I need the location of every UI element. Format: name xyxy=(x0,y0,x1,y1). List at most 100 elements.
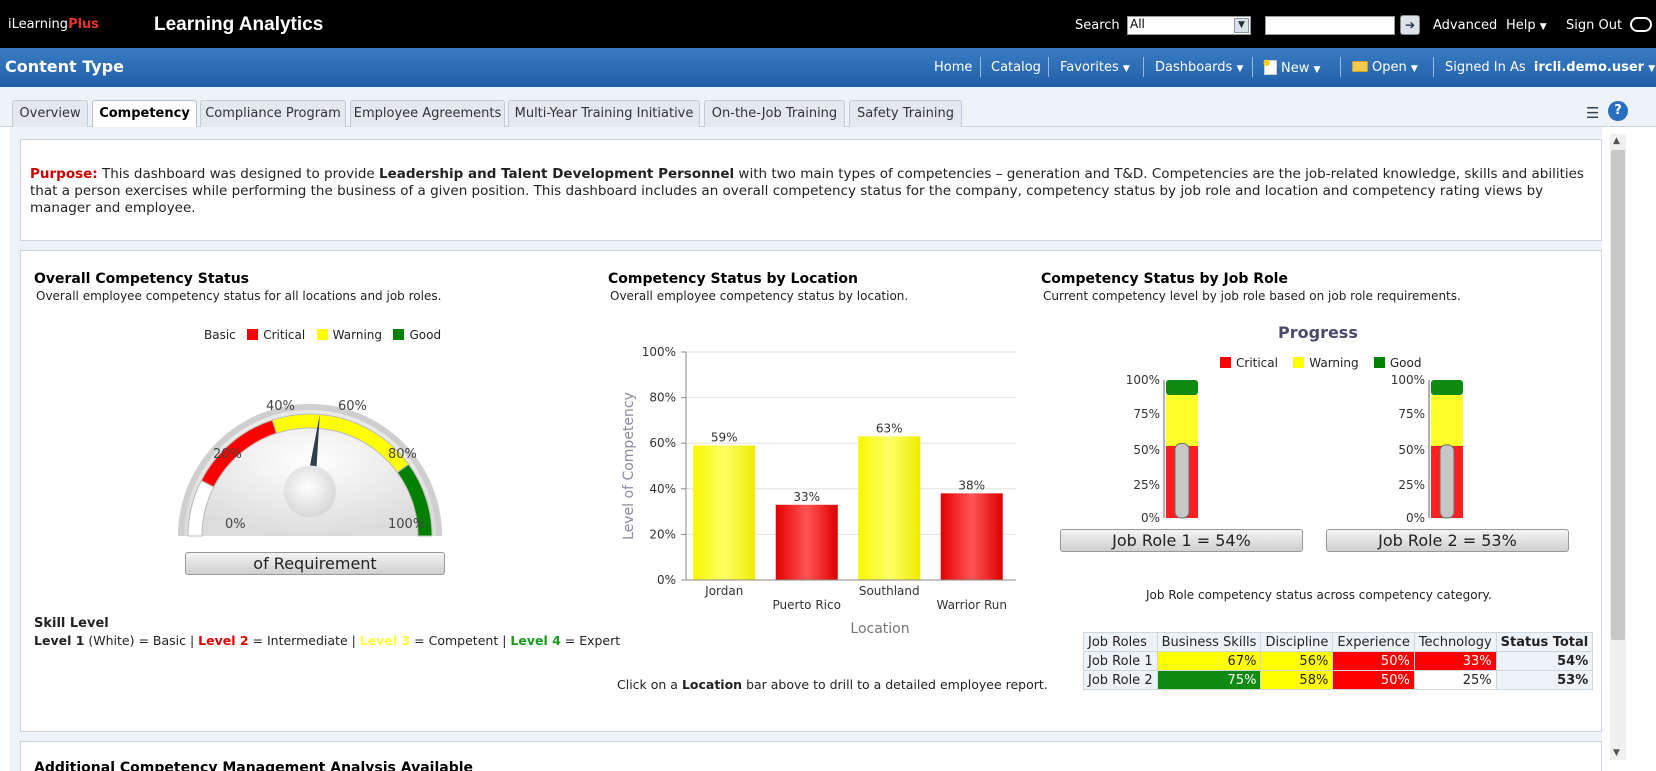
nav-separator xyxy=(980,57,981,77)
legend-warning: Warning xyxy=(1309,356,1359,370)
caret-down-icon: ▼ xyxy=(1313,65,1321,75)
scrollbar-thumb[interactable] xyxy=(1611,150,1625,640)
x-tick-label: Southland xyxy=(859,584,920,598)
y-tick-label: 20% xyxy=(649,527,676,541)
gauge-caption: of Requirement xyxy=(185,552,445,575)
skill-level-3-desc: = Competent | xyxy=(410,633,511,648)
user-menu[interactable]: ircli.demo.user xyxy=(1534,60,1644,75)
thermometer-job-role-1: 100% 75% 50% 25% 0% xyxy=(1126,373,1198,522)
bar-puerto-rico[interactable] xyxy=(775,504,838,580)
jobrole-status-table: Job Roles Business Skills Discipline Exp… xyxy=(1083,632,1594,690)
legend-critical-swatch xyxy=(1220,357,1231,368)
logo-text: iLearning xyxy=(8,17,69,32)
nav-favorites[interactable]: Favorites ▼ xyxy=(1060,60,1130,75)
tick-25: 25% xyxy=(1398,478,1425,492)
tab-compliance-program[interactable]: Compliance Program xyxy=(200,100,346,128)
sign-out-link[interactable]: Sign Out xyxy=(1566,18,1622,33)
tab-employee-agreements[interactable]: Employee Agreements xyxy=(350,100,505,128)
y-tick-label: 100% xyxy=(642,345,676,359)
nav-separator xyxy=(1340,57,1341,77)
table-cell: 50% xyxy=(1332,651,1415,671)
table-cell: 56% xyxy=(1260,651,1334,671)
search-input[interactable] xyxy=(1265,16,1395,35)
search-scope-select[interactable]: All ▼ xyxy=(1127,16,1251,35)
search-go-button[interactable]: ➔ xyxy=(1400,15,1420,35)
table-header-row: Job Roles Business Skills Discipline Exp… xyxy=(1083,632,1594,652)
x-axis-title: Location xyxy=(850,621,909,637)
additional-title: Additional Competency Management Analysi… xyxy=(34,760,474,771)
chevron-down-icon: ▼ xyxy=(1234,18,1249,33)
thermometer-good-band xyxy=(1166,380,1198,395)
table-cell: 50% xyxy=(1332,670,1415,690)
table-cell: 33% xyxy=(1413,651,1497,671)
location-drill-hint: Click on a Location bar above to drill t… xyxy=(617,677,1048,692)
legend-good-swatch xyxy=(393,329,405,340)
tick-50: 50% xyxy=(1133,443,1160,457)
skill-level-1-desc: (White) = Basic | xyxy=(84,633,199,648)
help-menu[interactable]: Help ▼ xyxy=(1506,18,1547,33)
table-cell: 75% xyxy=(1156,670,1262,690)
app-logo[interactable]: iLearningPlus xyxy=(8,17,99,32)
tab-multi-year-training[interactable]: Multi-Year Training Initiative xyxy=(508,100,700,128)
skill-level-title: Skill Level xyxy=(34,616,109,631)
tab-competency[interactable]: Competency xyxy=(92,100,197,128)
bar-warrior-run[interactable] xyxy=(940,493,1003,580)
nav-home[interactable]: Home xyxy=(934,60,972,75)
search-scope-value: All xyxy=(1130,17,1145,31)
nav-catalog[interactable]: Catalog xyxy=(991,60,1041,75)
tick-50: 50% xyxy=(1398,443,1425,457)
sign-out-icon[interactable] xyxy=(1630,17,1652,32)
thermometer-good-band xyxy=(1431,380,1463,395)
overall-subtitle: Overall employee competency status for a… xyxy=(36,289,442,303)
job-role-1-label: Job Role 1 = 54% xyxy=(1060,529,1303,552)
nav-new[interactable]: ✸ New ▼ xyxy=(1262,57,1321,76)
tick-0: 0% xyxy=(1141,511,1160,522)
help-icon[interactable]: ? xyxy=(1608,101,1628,121)
nav-separator xyxy=(1433,57,1434,77)
location-title: Competency Status by Location xyxy=(608,271,858,287)
legend-critical: Critical xyxy=(263,328,306,342)
page-options-icon[interactable]: ☰ xyxy=(1586,104,1599,122)
scroll-down-arrow-icon[interactable]: ▼ xyxy=(1613,748,1620,758)
nav-dashboards[interactable]: Dashboards ▼ xyxy=(1155,60,1243,75)
caret-down-icon: ▼ xyxy=(1539,22,1547,32)
signed-in-label: Signed In As xyxy=(1445,60,1526,75)
advanced-link[interactable]: Advanced xyxy=(1433,18,1497,33)
purpose-text: Purpose: This dashboard was designed to … xyxy=(30,166,1590,217)
legend-good: Good xyxy=(409,328,442,342)
progress-legend: Critical Warning Good xyxy=(1220,356,1421,370)
skill-level-legend: Level 1 (White) = Basic | Level 2 = Inte… xyxy=(34,633,620,648)
table-cell: Job Role 2 xyxy=(1083,670,1158,690)
table-cell: 58% xyxy=(1260,670,1334,690)
x-tick-label: Puerto Rico xyxy=(773,598,841,612)
tab-overview[interactable]: Overview xyxy=(12,100,88,128)
table-header: Job Roles xyxy=(1083,632,1158,652)
bar-data-label: 33% xyxy=(793,490,820,504)
folder-icon xyxy=(1352,61,1368,72)
skill-level-2: Level 2 xyxy=(198,633,249,648)
help-label: Help xyxy=(1506,18,1536,33)
gauge-tick-100: 100% xyxy=(388,517,425,532)
table-cell: Job Role 1 xyxy=(1083,651,1158,671)
job-role-2-label: Job Role 2 = 53% xyxy=(1326,529,1569,552)
tab-on-the-job-training[interactable]: On-the-Job Training xyxy=(704,100,845,128)
tab-safety-training[interactable]: Safety Training xyxy=(849,100,962,128)
table-header: Status Total xyxy=(1495,632,1594,652)
table-cell: 54% xyxy=(1495,651,1594,671)
bar-jordan[interactable] xyxy=(693,445,756,580)
favorites-label: Favorites xyxy=(1060,60,1119,75)
bar-southland[interactable] xyxy=(858,436,921,580)
y-axis-title: Level of Competency xyxy=(621,392,637,540)
nav-open[interactable]: Open ▼ xyxy=(1352,60,1418,75)
bar-data-label: 63% xyxy=(876,421,903,435)
y-tick-label: 0% xyxy=(657,573,676,587)
scroll-up-arrow-icon[interactable]: ▲ xyxy=(1613,136,1620,146)
dashboards-label: Dashboards xyxy=(1155,60,1233,75)
gauge-tick-80: 80% xyxy=(388,447,417,462)
hint-post: bar above to drill to a detailed employe… xyxy=(742,677,1048,692)
thermometer-fill xyxy=(1174,442,1190,519)
purpose-audience: Leadership and Talent Development Person… xyxy=(379,166,735,182)
caret-down-icon: ▼ xyxy=(1648,64,1656,74)
thermometer-fill xyxy=(1439,444,1455,519)
new-document-icon: ✸ xyxy=(1262,57,1277,75)
